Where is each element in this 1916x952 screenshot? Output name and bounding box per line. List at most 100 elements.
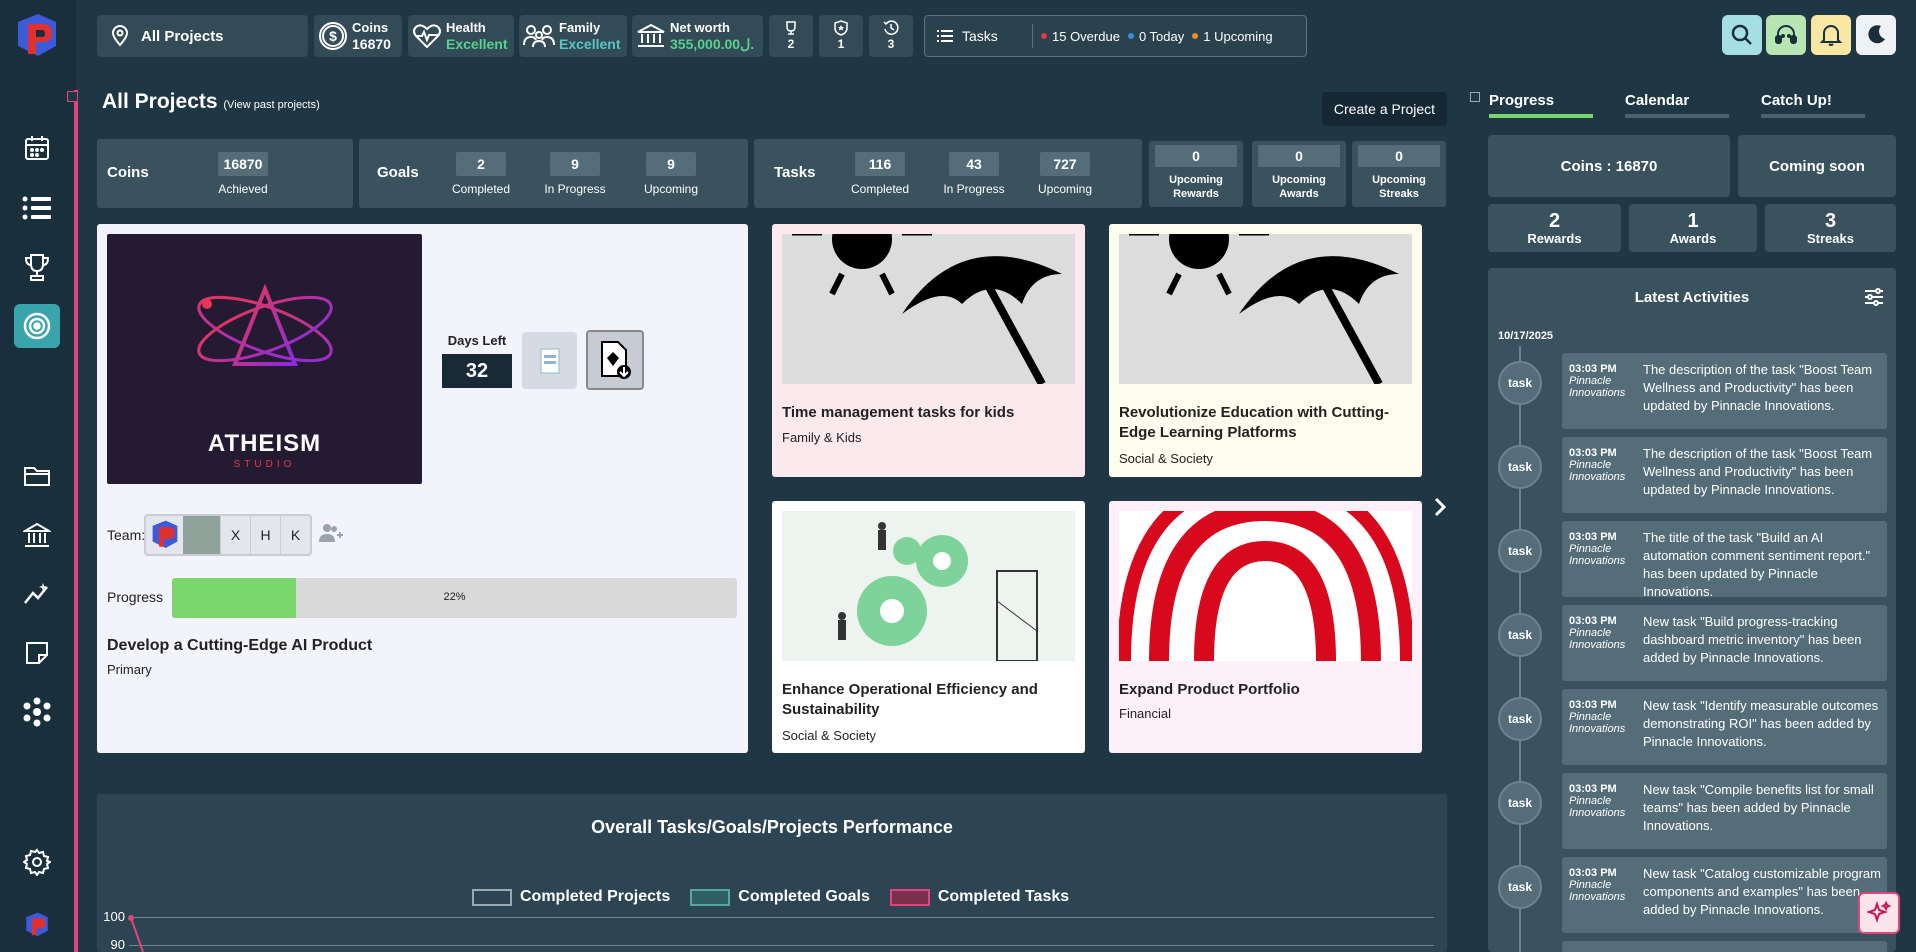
coins-stat-card: Coins 16870 Achieved	[97, 139, 353, 208]
tasks-summary[interactable]: Tasks 15 Overdue 0 Today 1 Upcoming	[924, 15, 1307, 57]
filter-icon[interactable]	[1864, 288, 1884, 311]
activity-item[interactable]: 03:03 PM Pinnacle Innovations New task "I…	[1562, 689, 1887, 765]
legend-label-projects[interactable]: Completed Projects	[520, 888, 670, 906]
coins-value: 16870	[352, 36, 391, 52]
today-count[interactable]: 0 Today	[1139, 29, 1184, 44]
chevron-right-icon[interactable]	[1431, 496, 1449, 523]
project-card-title[interactable]: Enhance Operational Efficiency and Susta…	[782, 680, 1075, 720]
legend-swatch-goals[interactable]	[690, 888, 731, 906]
coming-soon-box: Coming soon	[1738, 135, 1896, 197]
theme-toggle[interactable]	[1856, 15, 1896, 55]
project-card[interactable]: Revolutionize Education with Cutting-Edg…	[1109, 224, 1422, 477]
trophy-count-pill[interactable]: 2	[769, 15, 813, 57]
activity-org: Pinnacle Innovations	[1569, 879, 1626, 903]
add-member-icon[interactable]	[318, 522, 344, 549]
notifications-button[interactable]	[1811, 15, 1851, 55]
view-past-projects-link[interactable]: (View past projects)	[223, 99, 319, 111]
network-icon[interactable]	[14, 690, 60, 734]
calendar-icon[interactable]	[14, 126, 60, 170]
featured-project-title[interactable]: Develop a Cutting-Edge AI Product	[107, 637, 372, 655]
streak-count-pill[interactable]: 3	[869, 15, 913, 57]
team-avatars[interactable]: X H K	[144, 514, 312, 556]
project-card[interactable]: Enhance Operational Efficiency and Susta…	[772, 501, 1085, 753]
activity-item[interactable]: 03:03 PM Pinnacle Innovations The descrip…	[1562, 353, 1887, 429]
activity-item[interactable]: 03:03 PM Pinnacle Innovations The descrip…	[1562, 437, 1887, 513]
coins-box: Coins : 16870	[1488, 135, 1730, 197]
gears-illustration	[782, 511, 1075, 661]
activity-time: 03:03 PM	[1569, 783, 1617, 795]
note-icon[interactable]	[14, 631, 60, 675]
activity-item[interactable]: 03:03 PM Pinnacle Innovations New task "B…	[1562, 605, 1887, 681]
legend-label-goals[interactable]: Completed Goals	[738, 888, 870, 906]
project-card[interactable]: Expand Product Portfolio Financial	[1109, 501, 1422, 753]
networth-pill[interactable]: Net worth 355,000.00ل.	[632, 15, 763, 57]
sidebar-accent-bar	[74, 90, 78, 952]
team-member-k[interactable]: K	[280, 516, 310, 554]
trophy-icon[interactable]	[14, 245, 60, 289]
project-card[interactable]: Time management tasks for kids Family & …	[772, 224, 1085, 477]
document-button[interactable]	[522, 332, 577, 389]
collapse-toggle[interactable]	[67, 91, 78, 102]
tasks-inprogress-value: 43	[949, 152, 999, 176]
support-button[interactable]	[1766, 15, 1806, 55]
activity-item[interactable]: 03:03 PM Pinnacle Innovations The title o…	[1562, 521, 1887, 599]
coins-label: Coins	[352, 20, 389, 35]
list-icon[interactable]	[14, 186, 60, 230]
shield-count-pill[interactable]: 1	[819, 15, 863, 57]
days-left-label: Days Left	[447, 333, 507, 348]
search-button[interactable]	[1722, 15, 1762, 55]
create-project-button[interactable]: Create a Project	[1322, 92, 1447, 126]
svg-text:$: $	[329, 28, 337, 44]
download-report-button[interactable]	[586, 330, 644, 390]
activity-item[interactable]: 03:03 PM Pinnacle Innovations New task "C…	[1562, 773, 1887, 849]
legend-label-tasks[interactable]: Completed Tasks	[938, 888, 1069, 906]
family-pill[interactable]: Family Excellent	[519, 15, 627, 57]
analytics-icon[interactable]	[14, 572, 60, 616]
project-card-title[interactable]: Time management tasks for kids	[782, 403, 1075, 423]
folder-icon[interactable]	[14, 454, 60, 498]
legend-swatch-tasks[interactable]	[889, 888, 930, 906]
goals-stat-card: Goals 2 Completed 9 In Progress 9 Upcomi…	[359, 139, 748, 208]
settings-icon[interactable]	[14, 840, 60, 884]
team-avatar-photo[interactable]	[183, 516, 220, 554]
upcoming-rewards-line2: Rewards	[1173, 188, 1219, 200]
upcoming-count[interactable]: 1 Upcoming	[1203, 29, 1272, 44]
project-logo-image: ATHEISM STUDIO	[107, 234, 422, 484]
app-logo[interactable]	[14, 12, 60, 60]
activity-item[interactable]: 03:03 PM Pinnacle Innovations New task "C…	[1562, 857, 1887, 933]
tab-catch-up[interactable]: Catch Up!	[1761, 92, 1832, 109]
project-card-category: Social & Society	[782, 728, 876, 743]
streaks-box[interactable]: 3 Streaks	[1765, 204, 1896, 252]
projects-selector[interactable]: All Projects	[97, 15, 308, 57]
project-card-title[interactable]: Expand Product Portfolio	[1119, 680, 1412, 700]
project-card-title[interactable]: Revolutionize Education with Cutting-Edg…	[1119, 403, 1412, 443]
overdue-count[interactable]: 15 Overdue	[1052, 29, 1120, 44]
featured-project-card[interactable]: ATHEISM STUDIO Days Left 32 Team: X H K …	[97, 224, 748, 753]
tab-calendar[interactable]: Calendar	[1625, 92, 1689, 109]
overdue-dot-icon	[1041, 33, 1047, 39]
legend-swatch-projects[interactable]	[472, 888, 512, 906]
panel-toggle[interactable]	[1470, 92, 1480, 102]
tab-progress[interactable]: Progress	[1489, 92, 1554, 109]
awards-box[interactable]: 1 Awards	[1629, 204, 1757, 252]
activity-org: Pinnacle Innovations	[1569, 711, 1626, 735]
target-icon[interactable]	[14, 304, 60, 348]
team-member-h[interactable]: H	[250, 516, 280, 554]
location-pin-icon	[111, 25, 129, 47]
small-logo-icon	[14, 903, 60, 947]
activities-date: 10/17/2025	[1498, 330, 1554, 342]
activity-item[interactable]	[1562, 941, 1887, 952]
health-pill[interactable]: Health Excellent	[408, 15, 514, 57]
team-member-x[interactable]: X	[220, 516, 250, 554]
shield-star-icon	[834, 20, 848, 36]
ai-assistant-button[interactable]	[1858, 892, 1900, 934]
rewards-label: Rewards	[1527, 230, 1582, 246]
bank-icon[interactable]	[14, 513, 60, 557]
coins-pill[interactable]: $ Coins 16870	[314, 15, 402, 57]
activity-tag: task	[1498, 361, 1542, 405]
streaks-value: 3	[1824, 209, 1837, 232]
rewards-box[interactable]: 2 Rewards	[1488, 204, 1621, 252]
team-avatar-logo[interactable]	[146, 516, 183, 554]
activity-text: New task "Build progress-tracking dashbo…	[1643, 614, 1862, 665]
project-card-category: Family & Kids	[782, 430, 862, 445]
